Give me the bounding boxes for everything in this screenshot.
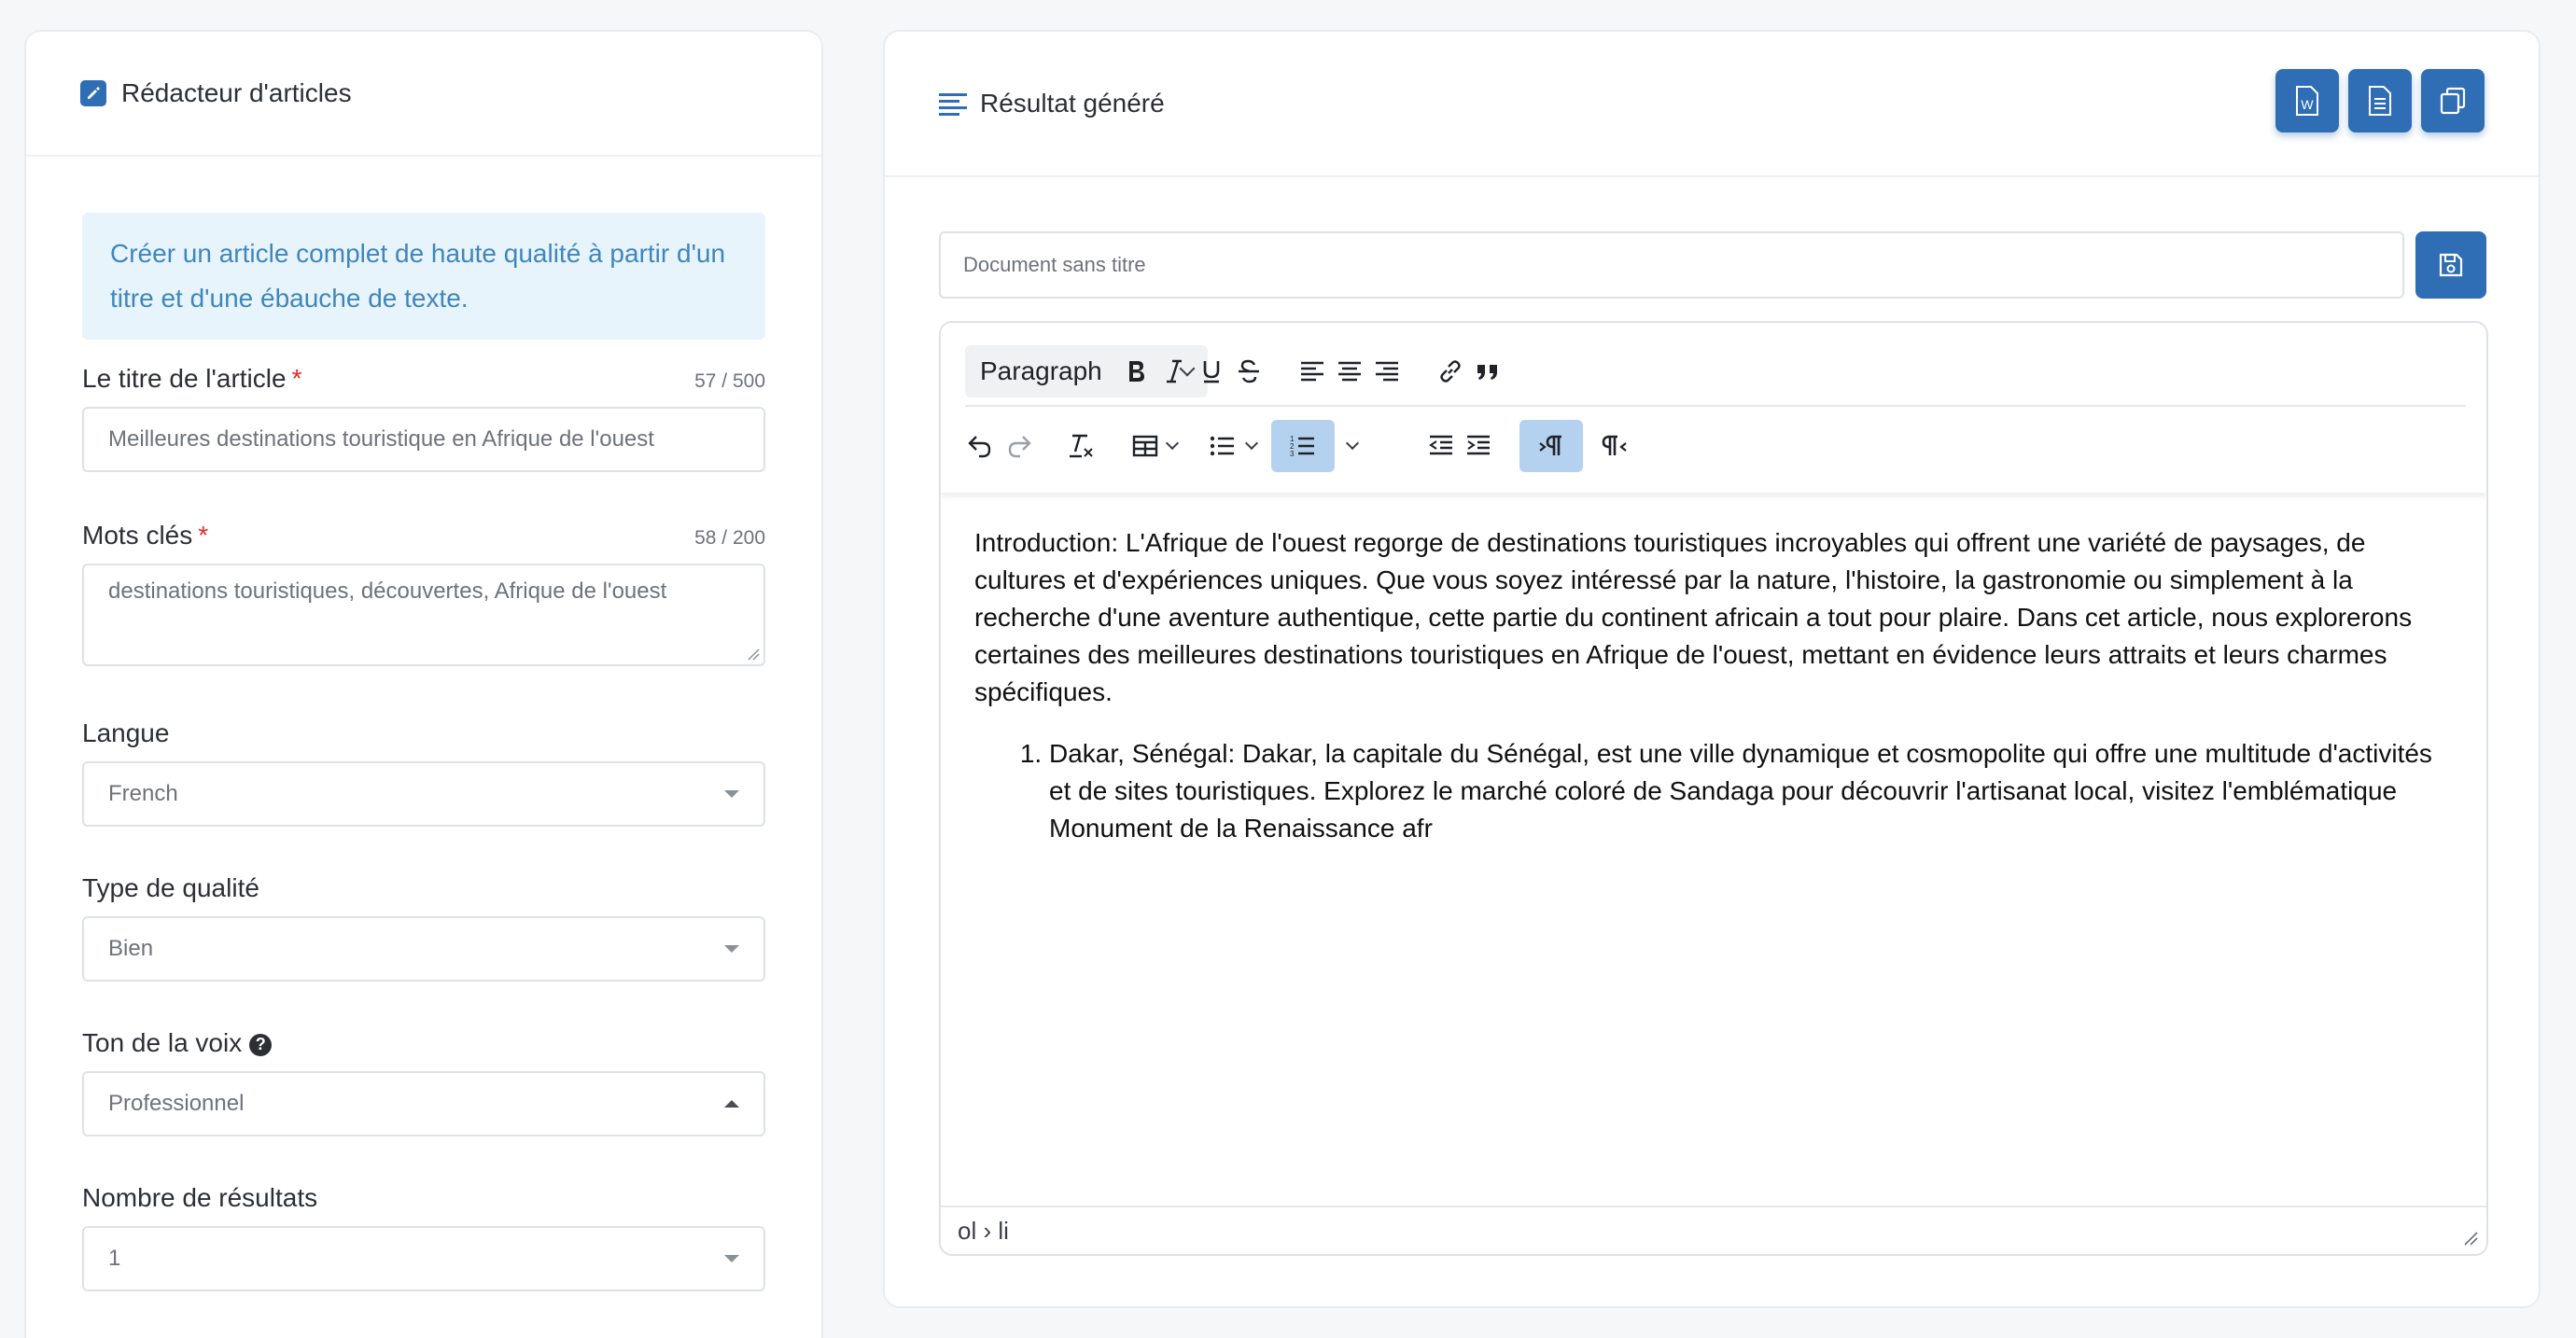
editor-content[interactable]: Introduction: L'Afrique de l'ouest regor… [941, 493, 2486, 1206]
numbered-list-dropdown[interactable] [1337, 420, 1368, 472]
blockquote-icon [1477, 365, 1497, 380]
rich-text-editor: Paragraph 1 2 3 Introduction: L'Afrique … [939, 321, 2488, 1256]
keywords-value: destinations touristiques, découvertes, … [108, 578, 667, 604]
info-box: Créer un article complet de haute qualit… [82, 213, 765, 340]
quality-value: Bien [108, 936, 154, 961]
intro-paragraph: Introduction: L'Afrique de l'ouest regor… [974, 528, 2413, 706]
help-icon[interactable]: ? [249, 1033, 273, 1056]
save-button[interactable] [2415, 231, 2486, 299]
keywords-counter: 58 / 200 [694, 527, 765, 549]
align-left-icon [939, 93, 967, 116]
panel-title: Rédacteur d'articles [121, 78, 352, 107]
blockquote-button[interactable] [1460, 345, 1516, 397]
rtl-icon [1602, 435, 1627, 455]
quality-label: Type de qualité [82, 873, 259, 902]
copy-icon [2440, 87, 2466, 115]
element-path[interactable]: ol › li [958, 1217, 1009, 1246]
resize-grip-icon[interactable] [2462, 1230, 2479, 1247]
editor-toolbar: Paragraph 1 2 3 [941, 323, 2486, 493]
strikethrough-button[interactable] [1221, 345, 1277, 397]
tone-label-row: Ton de la voix? [82, 1028, 765, 1058]
indent-button[interactable] [1450, 420, 1506, 472]
ltr-icon [1539, 435, 1561, 455]
word-doc-icon: W [2296, 86, 2318, 116]
keywords-textarea[interactable]: destinations touristiques, découvertes, … [82, 564, 765, 666]
svg-text:3: 3 [1290, 450, 1295, 458]
language-value: French [108, 781, 178, 806]
format-select-value: Paragraph [980, 356, 1102, 385]
article-writer-panel: Rédacteur d'articles Créer un article co… [24, 30, 823, 1338]
results-value: 1 [108, 1246, 121, 1271]
doc-title-row: Document sans titre [939, 231, 2486, 299]
redo-button[interactable] [991, 420, 1047, 472]
table-icon [1132, 435, 1158, 457]
text-doc-icon [2369, 86, 2391, 116]
editor-statusbar: ol › li [941, 1206, 2486, 1254]
result-title: Résultat généré [980, 89, 1165, 118]
title-label: Le titre de l'article [82, 364, 287, 393]
language-label: Langue [82, 718, 170, 747]
document-title-input[interactable]: Document sans titre [939, 231, 2404, 299]
result-panel: Résultat généré W Document sans titre Pa… [883, 30, 2541, 1308]
resize-grip-icon[interactable] [747, 648, 760, 661]
panel-header: Rédacteur d'articles [26, 32, 821, 157]
italic-icon [1167, 359, 1182, 383]
indent-icon [1467, 435, 1490, 455]
bold-icon [1129, 361, 1144, 382]
article-title-input[interactable]: Meilleures destinations touristique en A… [82, 407, 765, 472]
numbered-list-button[interactable]: 123 [1271, 420, 1335, 472]
table-button[interactable] [1114, 420, 1195, 472]
list-item: Dakar, Sénégal: Dakar, la capitale du Sé… [1049, 735, 2453, 847]
ltr-button[interactable] [1519, 420, 1583, 472]
toolbar-divider [965, 405, 2466, 407]
undo-icon [968, 436, 991, 458]
chevron-down-icon [1244, 436, 1259, 451]
bullet-list-button[interactable] [1195, 420, 1271, 472]
redo-icon [1008, 436, 1031, 458]
title-counter: 57 / 500 [694, 370, 765, 392]
align-right-icon [1376, 361, 1398, 382]
chevron-down-icon [1165, 436, 1180, 451]
quality-select[interactable]: Bien [82, 916, 765, 982]
clear-format-button[interactable] [1053, 420, 1109, 472]
rtl-button[interactable] [1587, 420, 1643, 472]
tone-label: Ton de la voix [82, 1028, 243, 1057]
keywords-label-row: Mots clés * 58 / 200 [82, 521, 765, 551]
numbered-list-icon: 123 [1290, 435, 1314, 458]
tone-value: Professionnel [108, 1091, 245, 1116]
underline-icon [1203, 361, 1220, 383]
keywords-label: Mots clés [82, 521, 193, 550]
caret-down-icon [724, 1255, 739, 1262]
numbered-list: Dakar, Sénégal: Dakar, la capitale du Sé… [974, 735, 2453, 847]
floppy-disk-icon [2439, 253, 2463, 277]
clear-format-icon [1070, 434, 1093, 458]
copy-button[interactable] [2421, 69, 2485, 132]
align-right-button[interactable] [1359, 345, 1415, 397]
svg-text:W: W [2301, 97, 2314, 112]
result-header: Résultat généré W [885, 32, 2539, 177]
caret-down-icon [724, 790, 739, 798]
tone-select[interactable]: Professionnel [82, 1071, 765, 1136]
language-select[interactable]: French [82, 761, 765, 827]
bullet-list-icon [1210, 436, 1234, 456]
results-label: Nombre de résultats [82, 1183, 318, 1212]
strikethrough-icon [1239, 359, 1259, 383]
results-select[interactable]: 1 [82, 1226, 765, 1291]
caret-down-icon [724, 945, 739, 953]
required-mark: * [198, 521, 209, 550]
required-mark: * [291, 364, 302, 393]
chevron-down-icon [1345, 436, 1360, 451]
caret-up-icon [724, 1100, 739, 1108]
edit-icon [80, 80, 106, 106]
title-label-row: Le titre de l'article * 57 / 500 [82, 364, 765, 394]
export-text-button[interactable] [2348, 69, 2412, 132]
export-word-button[interactable]: W [2275, 69, 2339, 132]
